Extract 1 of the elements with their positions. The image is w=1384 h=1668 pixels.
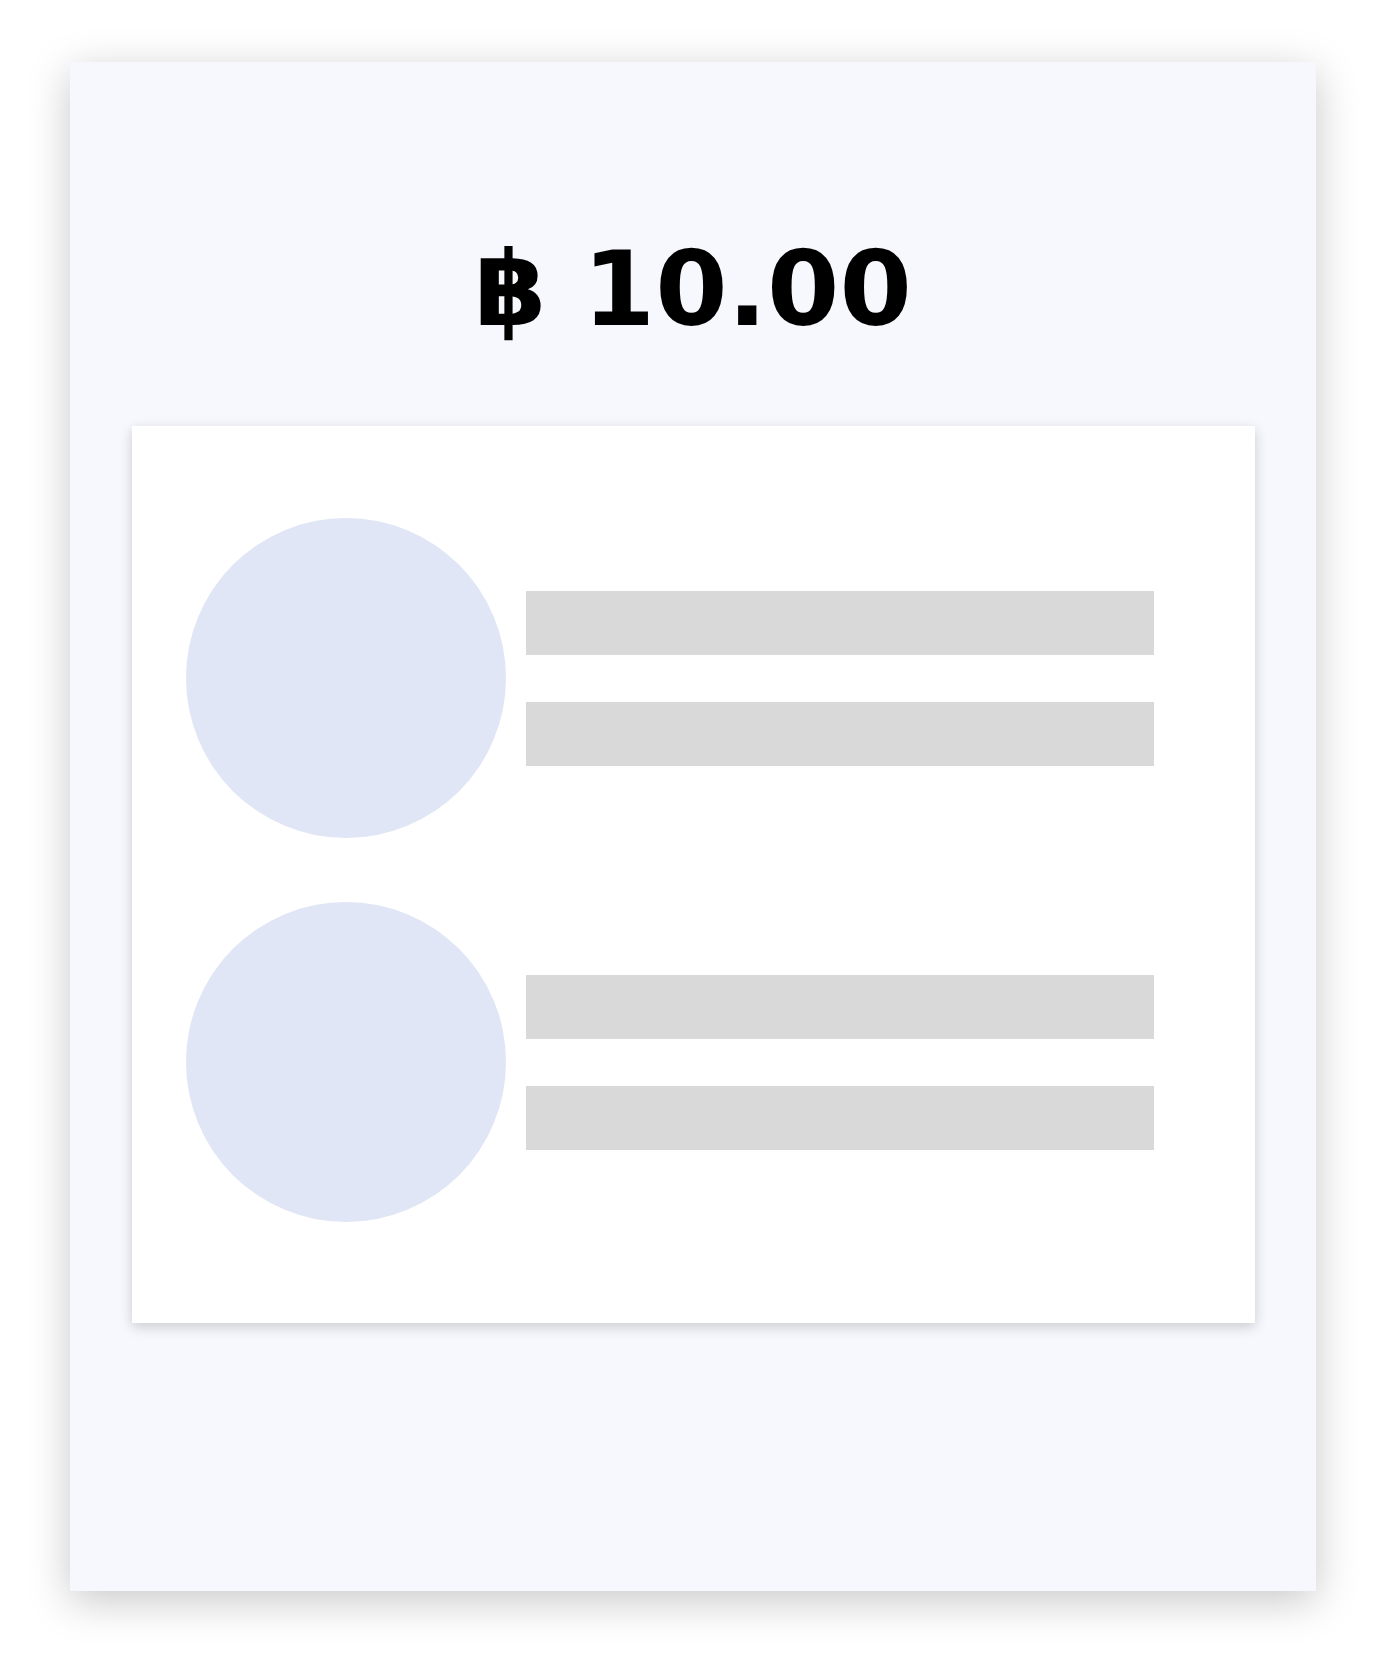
price-amount: ฿ 10.00 — [474, 237, 912, 341]
